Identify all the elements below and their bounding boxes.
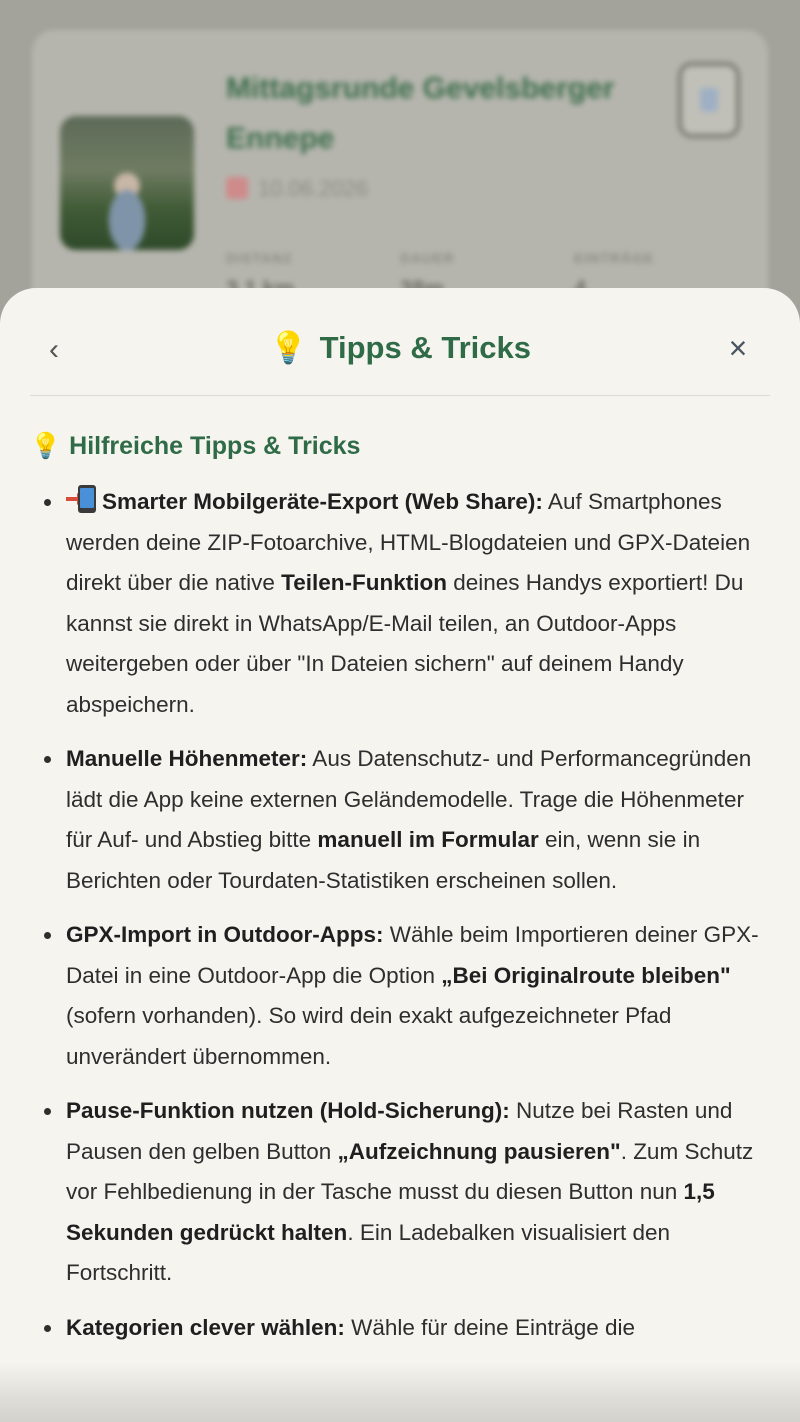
tip-text: (sofern vorhanden). So wird dein exakt a… <box>66 1003 672 1069</box>
delete-button <box>678 62 740 138</box>
stat-label: EINTRÄGE <box>574 250 655 266</box>
lightbulb-icon: 💡 <box>30 432 62 460</box>
sheet-header: ‹ 💡 Tipps & Tricks × <box>30 288 770 396</box>
tips-bottom-sheet: ‹ 💡 Tipps & Tricks × 💡 Hilfreiche Tipps & … <box>0 288 800 1422</box>
scroll-fade <box>0 1362 800 1422</box>
tip-title: Manuelle Höhenmeter: <box>66 746 308 771</box>
sheet-content[interactable]: 💡 Hilfreiche Tipps & Tricks Smarter Mobil… <box>30 426 770 1362</box>
tip-emphasis: „Bei Originalroute bleiben" <box>441 962 731 988</box>
tip-emphasis: manuell im Formular <box>317 827 539 852</box>
tip-item: Smarter Mobilgeräte-Export (Web Share): … <box>30 482 770 725</box>
calendar-icon <box>226 177 248 199</box>
tour-date-text: 10.06.2026 <box>258 176 369 201</box>
tips-list: Smarter Mobilgeräte-Export (Web Share): … <box>30 482 770 1348</box>
tip-title: GPX-Import in Outdoor-Apps: <box>66 922 384 947</box>
tip-item: Kategorien clever wählen: Wähle für dein… <box>30 1308 770 1349</box>
tip-title: Pause-Funktion nutzen (Hold-Sicherung): <box>66 1098 510 1123</box>
mobile-share-icon <box>66 485 98 513</box>
stat-label: DAUER <box>400 250 455 266</box>
tour-title: Mittagsrunde Gevelsberger Ennepe <box>226 72 615 155</box>
trash-icon <box>700 88 718 112</box>
tour-thumbnail <box>60 116 194 250</box>
stat-label: DISTANZ <box>226 250 293 266</box>
section-heading-text: Hilfreiche Tipps & Tricks <box>69 432 361 460</box>
tip-item: Manuelle Höhenmeter: Aus Datenschutz- un… <box>30 739 770 901</box>
lightbulb-icon: 💡 <box>269 330 308 365</box>
tip-emphasis: Teilen-Funktion <box>281 570 447 595</box>
tip-title: Kategorien clever wählen: <box>66 1314 345 1340</box>
tip-item: GPX-Import in Outdoor-Apps: Wähle beim I… <box>30 915 770 1077</box>
tour-date: 10.06.2026 <box>226 176 368 202</box>
close-button[interactable]: × <box>720 328 756 368</box>
tip-title: Smarter Mobilgeräte-Export (Web Share): <box>102 489 543 514</box>
tip-item: Pause-Funktion nutzen (Hold-Sicherung): … <box>30 1091 770 1294</box>
section-heading: 💡 Hilfreiche Tipps & Tricks <box>30 426 770 466</box>
tip-emphasis: „Aufzeichnung pausieren" <box>337 1138 621 1164</box>
tip-text: Wähle für deine Einträge die <box>344 1314 636 1340</box>
sheet-title-text: Tipps & Tricks <box>319 330 531 365</box>
sheet-title: 💡 Tipps & Tricks <box>30 326 770 370</box>
